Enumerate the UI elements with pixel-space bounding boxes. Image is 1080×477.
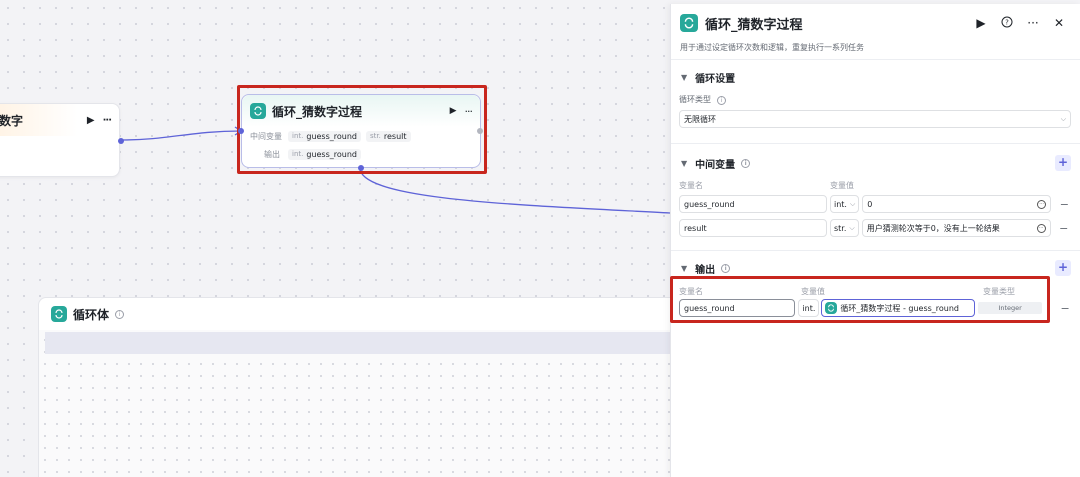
loop-icon <box>51 306 67 322</box>
chevron-down-icon: ⌵ <box>1060 114 1066 123</box>
more-icon[interactable]: ··· <box>103 115 112 126</box>
info-icon[interactable]: i <box>717 96 726 105</box>
play-icon[interactable]: ▶ <box>970 16 992 30</box>
remove-row-button[interactable]: − <box>1057 198 1071 211</box>
loop-icon <box>680 14 698 32</box>
play-icon[interactable]: ▶ <box>87 115 95 126</box>
info-icon[interactable]: i <box>721 263 731 273</box>
section-intermediate-vars: ▼ 中间变量 i + 变量名 变量值 guess_round int. ⌵ 0 ⋯… <box>671 148 1080 251</box>
reference-icon[interactable]: ⋯ <box>1036 223 1046 233</box>
loop-node-body-port[interactable] <box>358 165 364 171</box>
variable-name-input[interactable]: result <box>679 219 827 237</box>
chevron-down-icon: ⌵ <box>849 199 856 208</box>
row-label: 输出 <box>264 149 280 159</box>
column-headers: 变量名 变量值 <box>679 178 1072 192</box>
loop-node-row-output: 输出 int. guess_round <box>242 145 480 163</box>
loop-node-input-port[interactable] <box>238 128 244 134</box>
add-output-button[interactable]: + <box>1055 260 1071 276</box>
col-name: 变量名 <box>679 180 703 190</box>
variable-type-select[interactable]: str. ⌵ <box>830 219 859 237</box>
chevron-down-icon[interactable]: ▼ <box>681 159 687 168</box>
loop-node-title: 循环_猜数字过程 <box>272 104 363 119</box>
section-heading: 循环设置 <box>695 73 736 85</box>
reference-icon[interactable]: ⋯ <box>1037 199 1047 209</box>
section-heading: 输出 <box>695 264 716 276</box>
remove-row-button[interactable]: − <box>1057 222 1071 235</box>
more-icon[interactable]: ··· <box>465 105 473 118</box>
col-value: 变量值 <box>830 180 854 190</box>
highlight-box-output <box>670 276 1050 323</box>
edge-loop-to-panel <box>359 167 670 214</box>
var-chip: int. guess_round <box>288 148 361 160</box>
more-icon[interactable]: ··· <box>1022 16 1044 30</box>
chevron-down-icon: ⌵ <box>849 223 855 232</box>
play-icon[interactable]: ▶ <box>450 106 457 116</box>
var-chip: str. result <box>366 130 411 142</box>
loop-type-select[interactable]: 无限循环 ⌵ <box>679 110 1071 128</box>
workflow-canvas[interactable]: 数字 ▶ ··· 循环_猜数字过程 ▶ ··· 中间变量 int. guess_r… <box>0 0 698 477</box>
variable-type-select[interactable]: int. ⌵ <box>830 195 860 213</box>
left-node[interactable]: 数字 ▶ ··· <box>0 103 124 177</box>
loop-node[interactable]: 循环_猜数字过程 ▶ ··· 中间变量 int. guess_round str.… <box>238 94 483 171</box>
var-chip: int. guess_round <box>288 130 361 142</box>
panel-title: 循环_猜数字过程 <box>705 17 803 33</box>
add-variable-button[interactable]: + <box>1055 155 1071 171</box>
chevron-down-icon[interactable]: ▼ <box>681 264 687 273</box>
section-loop-settings: ▼ 循环设置 循环类型 i 无限循环 ⌵ <box>671 60 1080 144</box>
info-icon[interactable]: i <box>115 309 125 319</box>
field-label: 循环类型 i <box>679 94 1072 105</box>
node-settings-panel: 循环_猜数字过程 ▶ ? ··· ✕ 用于通过设定循环次数和逻辑，重复执行一系列… <box>670 4 1080 477</box>
panel-header: 循环_猜数字过程 ▶ ? ··· ✕ 用于通过设定循环次数和逻辑，重复执行一系列… <box>671 4 1080 60</box>
info-icon[interactable]: i <box>741 158 751 168</box>
svg-text:?: ? <box>1005 18 1009 26</box>
edge-left-to-loop <box>119 130 242 141</box>
left-node-output-port[interactable] <box>118 138 124 144</box>
variable-row: guess_round int. ⌵ 0 ⋯ − <box>679 192 1072 216</box>
variable-name-input[interactable]: guess_round <box>679 195 827 213</box>
variable-value-input[interactable]: 用户猜测轮次等于0，没有上一轮结果 ⋯ <box>861 219 1051 237</box>
remove-row-button[interactable]: − <box>1058 302 1072 315</box>
left-node-title: 数字 <box>0 113 24 128</box>
question-circle-icon[interactable]: ? <box>996 16 1018 31</box>
loop-body-title: 循环体 <box>73 307 110 322</box>
panel-description: 用于通过设定循环次数和逻辑，重复执行一系列任务 <box>680 43 864 52</box>
close-icon[interactable]: ✕ <box>1048 16 1070 30</box>
row-label: 中间变量 <box>250 131 282 141</box>
variable-row: result str. ⌵ 用户猜测轮次等于0，没有上一轮结果 ⋯ − <box>679 216 1072 240</box>
section-heading: 中间变量 <box>695 159 736 171</box>
loop-body-node[interactable]: 循环体 i <box>38 297 698 477</box>
loop-icon <box>250 103 266 119</box>
variable-value-input[interactable]: 0 ⋯ <box>862 195 1052 213</box>
loop-body-band <box>45 332 697 354</box>
loop-node-row-intermediate: 中间变量 int. guess_round str. result <box>242 127 480 145</box>
loop-node-output-port[interactable] <box>477 128 483 134</box>
chevron-down-icon[interactable]: ▼ <box>681 73 687 82</box>
